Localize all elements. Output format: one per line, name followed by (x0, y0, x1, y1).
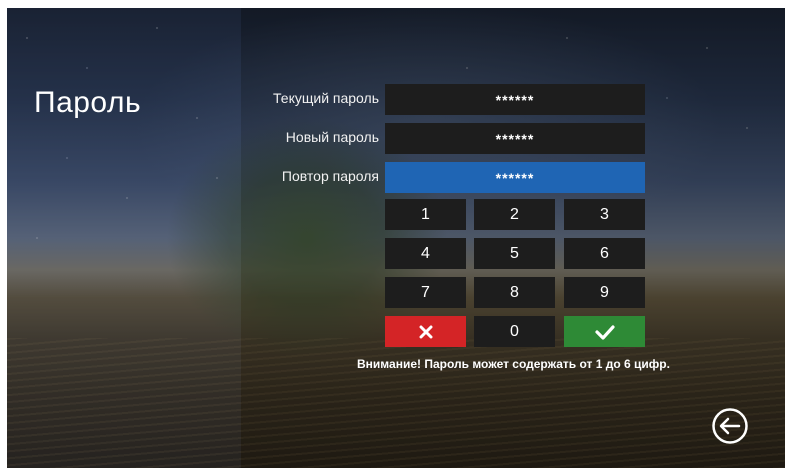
repeat-password-field[interactable]: ****** (385, 162, 645, 193)
new-password-field[interactable]: ****** (385, 123, 645, 154)
back-button[interactable] (711, 407, 749, 445)
new-password-label: Новый пароль (285, 129, 379, 145)
key-9[interactable]: 9 (564, 277, 645, 308)
current-password-label: Текущий пароль (273, 90, 379, 106)
checkmark-icon (594, 324, 615, 340)
confirm-button[interactable] (564, 316, 645, 347)
cancel-button[interactable] (385, 316, 466, 347)
key-4[interactable]: 4 (385, 238, 466, 269)
left-panel (7, 8, 241, 468)
close-icon (419, 325, 432, 338)
current-password-field[interactable]: ****** (385, 84, 645, 115)
key-6[interactable]: 6 (564, 238, 645, 269)
key-3[interactable]: 3 (564, 199, 645, 230)
warning-text: Внимание! Пароль может содержать от 1 до… (357, 357, 670, 371)
key-2[interactable]: 2 (474, 199, 555, 230)
key-0[interactable]: 0 (474, 316, 555, 347)
key-7[interactable]: 7 (385, 277, 466, 308)
repeat-password-label: Повтор пароля (281, 168, 379, 184)
key-5[interactable]: 5 (474, 238, 555, 269)
page-title: Пароль (34, 86, 142, 119)
key-1[interactable]: 1 (385, 199, 466, 230)
back-arrow-icon (712, 408, 748, 444)
key-8[interactable]: 8 (474, 277, 555, 308)
